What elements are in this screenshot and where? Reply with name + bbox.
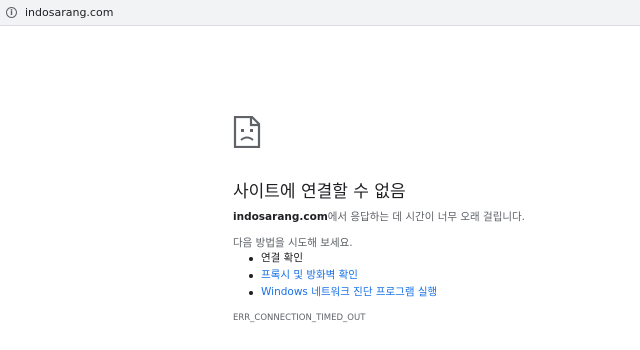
error-host: indosarang.com bbox=[233, 211, 328, 223]
error-message: 에서 응답하는 데 시간이 너무 오래 걸립니다. bbox=[327, 211, 526, 223]
try-label: 다음 방법을 시도해 보세요. bbox=[233, 237, 353, 249]
address-bar[interactable]: i indosarang.com bbox=[0, 0, 640, 26]
suggestion-check-connection: 연결 확인 bbox=[233, 250, 437, 267]
error-title: 사이트에 연결할 수 없음 bbox=[233, 182, 406, 202]
error-code: ERR_CONNECTION_TIMED_OUT bbox=[233, 313, 366, 323]
suggestion-link[interactable]: 프록시 및 방화벽 확인 bbox=[261, 269, 358, 281]
sad-page-icon bbox=[233, 116, 261, 148]
suggestion-label: 연결 확인 bbox=[261, 252, 303, 264]
bullet-icon bbox=[249, 257, 253, 261]
info-icon[interactable]: i bbox=[6, 7, 17, 18]
url-text[interactable]: indosarang.com bbox=[25, 6, 113, 19]
suggestion-list: 연결 확인 프록시 및 방화벽 확인 Windows 네트워크 진단 프로그램 … bbox=[233, 250, 437, 301]
suggestion-link[interactable]: Windows 네트워크 진단 프로그램 실행 bbox=[261, 286, 437, 298]
suggestion-check-proxy-firewall[interactable]: 프록시 및 방화벽 확인 bbox=[233, 267, 437, 284]
suggestion-run-network-diagnostics[interactable]: Windows 네트워크 진단 프로그램 실행 bbox=[233, 284, 437, 301]
bullet-icon bbox=[249, 291, 253, 295]
error-description: indosarang.com에서 응답하는 데 시간이 너무 오래 걸립니다. bbox=[233, 209, 525, 224]
bullet-icon bbox=[249, 274, 253, 278]
